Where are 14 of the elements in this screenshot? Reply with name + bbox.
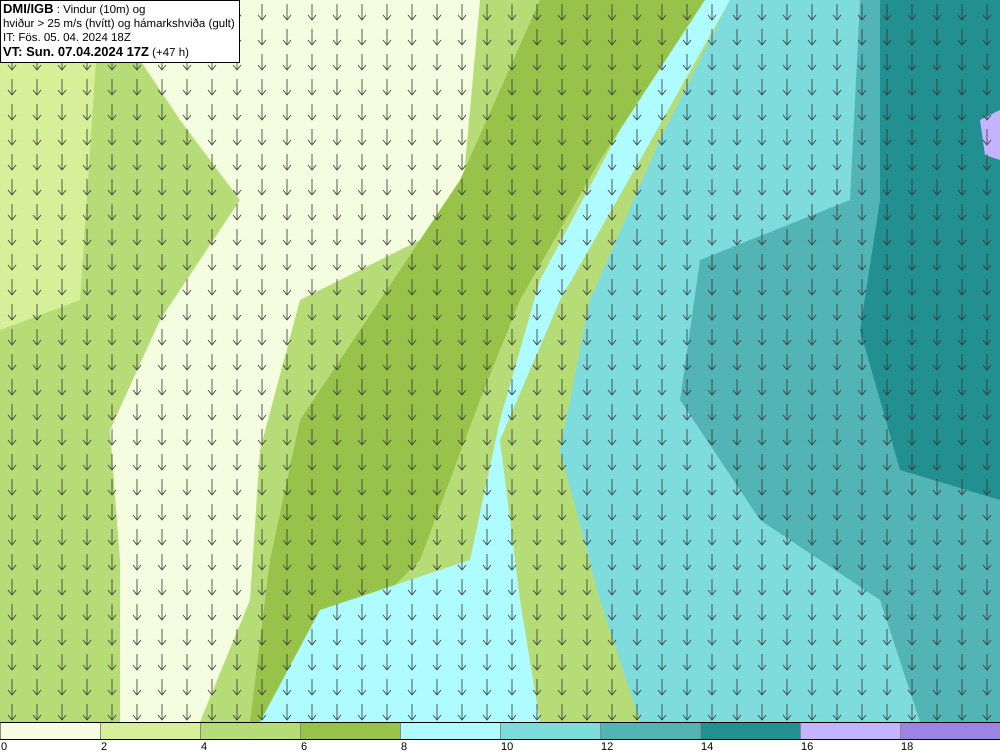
title-text: hviður > 25 m/s (hvítt) og hámarkshviða (gult) — [3, 17, 235, 31]
legend-label: 12 — [600, 740, 614, 753]
legend-label: 10 — [500, 740, 514, 753]
legend-label: 2 — [100, 740, 108, 753]
legend-label: 4 — [200, 740, 208, 753]
title-text: IT: Fös. 05. 04. 2024 18Z — [3, 31, 132, 45]
legend-label: 8 — [400, 740, 408, 753]
legend-label: 16 — [800, 740, 814, 753]
legend-label: 0 — [0, 740, 8, 753]
legend-label: 6 — [300, 740, 308, 753]
legend-label: 18 — [900, 740, 914, 753]
title-text: DMI/IGB : Vindur (10m) og — [3, 2, 146, 17]
legend-label: 14 — [700, 740, 714, 753]
title-text: VT: Sun. 07.04.2024 17Z (+47 h) — [3, 45, 190, 60]
